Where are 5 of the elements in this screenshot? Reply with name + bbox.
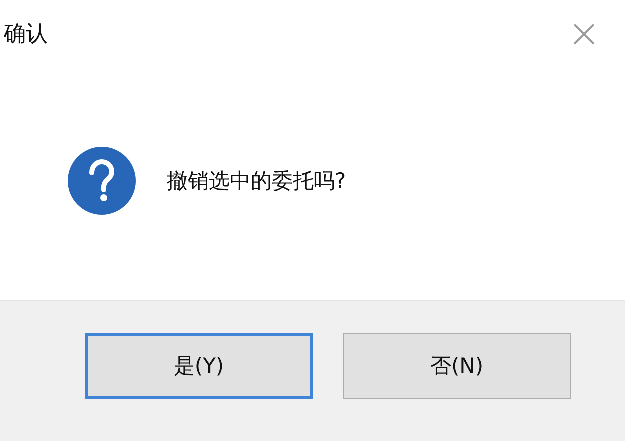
- dialog-button[interactable]: 否(N): [343, 333, 571, 399]
- question-icon: [67, 146, 137, 216]
- message-text: 撤销选中的委托吗?: [167, 168, 346, 195]
- window-title: 确认: [4, 21, 48, 49]
- dialog-button[interactable]: 是(Y): [85, 333, 313, 399]
